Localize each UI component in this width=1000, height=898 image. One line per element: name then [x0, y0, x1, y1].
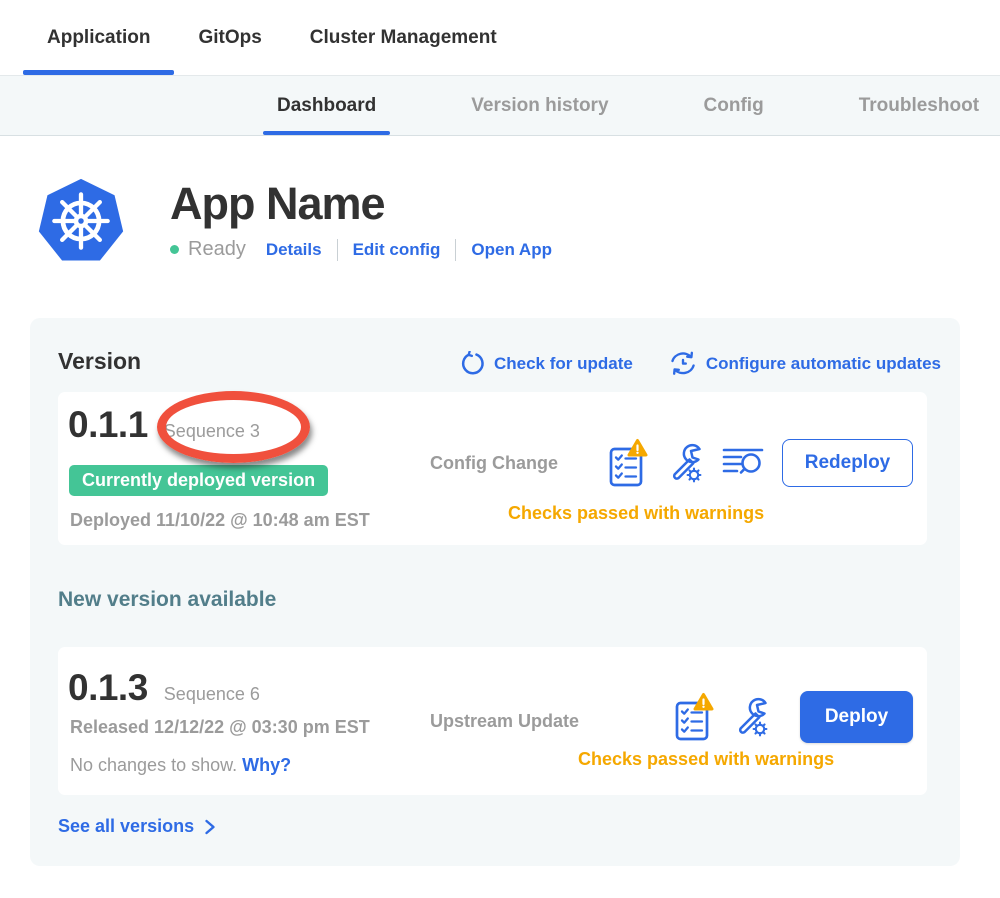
redeploy-button[interactable]: Redeploy	[782, 439, 913, 487]
tab-gitops[interactable]: GitOps	[174, 0, 285, 75]
details-link[interactable]: Details	[266, 240, 322, 260]
edit-config-link[interactable]: Edit config	[353, 240, 441, 260]
current-version-row: 0.1.1 Sequence 3 Currently deployed vers…	[58, 392, 927, 545]
current-checks-status: Checks passed with warnings	[508, 503, 764, 524]
gear-icon	[688, 469, 701, 482]
primary-nav: Application GitOps Cluster Management	[0, 0, 1000, 76]
currently-deployed-badge: Currently deployed version	[69, 465, 328, 496]
divider	[337, 239, 338, 261]
new-checks-status: Checks passed with warnings	[578, 749, 834, 770]
edit-config-wrench-icon[interactable]	[732, 695, 770, 739]
preflight-checks-icon[interactable]	[608, 438, 648, 488]
refresh-icon	[460, 351, 485, 376]
new-version-heading: New version available	[58, 588, 276, 612]
check-for-update-label: Check for update	[494, 354, 633, 374]
ready-status-dot	[170, 245, 179, 254]
chevron-right-icon	[204, 819, 216, 835]
see-all-versions-label: See all versions	[58, 816, 194, 837]
tab-dashboard[interactable]: Dashboard	[253, 76, 400, 135]
tab-config[interactable]: Config	[680, 76, 788, 135]
why-link[interactable]: Why?	[242, 755, 291, 775]
version-card-title: Version	[58, 348, 141, 375]
tab-application[interactable]: Application	[23, 0, 174, 75]
tab-cluster-management[interactable]: Cluster Management	[286, 0, 521, 75]
deployed-timestamp: Deployed 11/10/22 @ 10:48 am EST	[70, 510, 370, 531]
current-version-sequence: Sequence 3	[164, 421, 260, 442]
new-version-number: 0.1.3	[68, 667, 148, 709]
secondary-nav: Dashboard Version history Config Trouble…	[0, 76, 1000, 136]
released-timestamp: Released 12/12/22 @ 03:30 pm EST	[70, 717, 370, 738]
current-version-number: 0.1.1	[68, 404, 148, 446]
divider	[455, 239, 456, 261]
kubernetes-logo	[38, 176, 124, 266]
new-version-sequence: Sequence 6	[164, 684, 260, 705]
configure-automatic-updates-label: Configure automatic updates	[706, 354, 941, 374]
version-card: Version Check for update Configure autom…	[30, 318, 960, 866]
auto-update-clock-icon	[669, 350, 697, 377]
no-changes-text: No changes to show. Why?	[70, 755, 291, 776]
status-label: Ready	[188, 238, 246, 261]
current-version-source: Config Change	[430, 453, 558, 474]
check-for-update-button[interactable]: Check for update	[460, 350, 633, 377]
app-header: App Name Ready Details Edit config Open …	[0, 136, 1000, 266]
gear-icon	[754, 723, 767, 736]
preflight-checks-icon[interactable]	[674, 692, 714, 742]
deploy-button[interactable]: Deploy	[800, 691, 913, 743]
tab-version-history[interactable]: Version history	[447, 76, 632, 135]
configure-automatic-updates-button[interactable]: Configure automatic updates	[669, 350, 941, 377]
page-title: App Name	[170, 178, 552, 230]
new-version-row: 0.1.3 Sequence 6 Released 12/12/22 @ 03:…	[58, 647, 927, 795]
new-version-source: Upstream Update	[430, 711, 579, 732]
edit-config-wrench-icon[interactable]	[666, 441, 704, 485]
tab-troubleshoot[interactable]: Troubleshoot	[835, 76, 1000, 135]
open-app-link[interactable]: Open App	[471, 240, 552, 260]
see-all-versions-link[interactable]: See all versions	[58, 816, 216, 837]
view-diff-icon[interactable]	[722, 446, 764, 480]
